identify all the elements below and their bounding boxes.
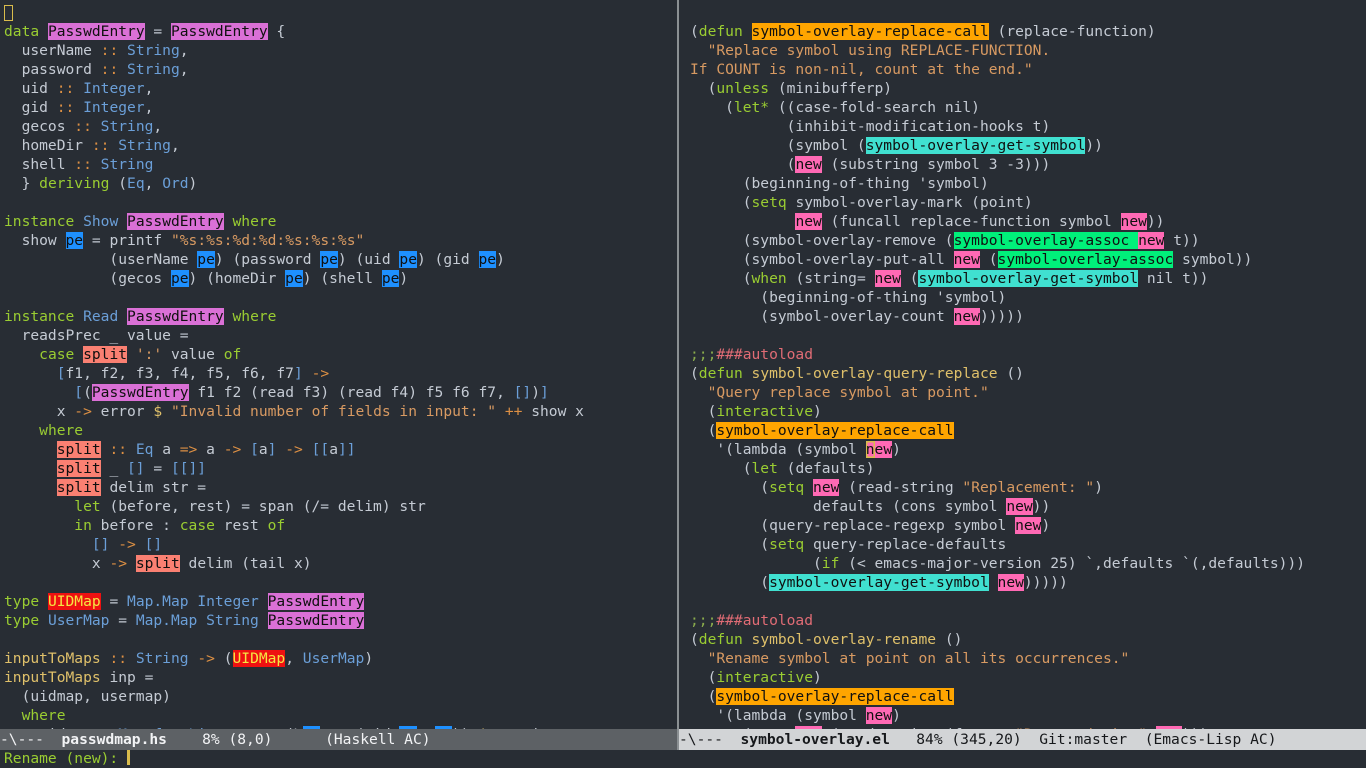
code-line: case split ':' value of xyxy=(39,346,242,363)
code-line: (beginning-of-thing 'symbol) xyxy=(690,289,1007,306)
code-line: (symbol-overlay-remove (symbol-overlay-a… xyxy=(690,232,1200,249)
minibuffer[interactable]: Rename (new): xyxy=(0,750,1366,768)
code-line: (defun symbol-overlay-query-replace () xyxy=(690,365,1024,382)
code-line: (symbol (symbol-overlay-get-symbol)) xyxy=(690,137,1103,154)
code-line: type UserMap = Map.Map String PasswdEntr… xyxy=(4,612,365,629)
text-cursor xyxy=(127,750,131,765)
code-line: (new (substring symbol 3 -3))) xyxy=(690,156,1051,173)
code-line: ;;;###autoload xyxy=(690,346,814,363)
modeline-filename: symbol-overlay.el xyxy=(740,731,890,748)
code-line: (unless (minibufferp) xyxy=(690,80,893,97)
modeline-active[interactable]: -\--- symbol-overlay.el 84% (345,20) Git… xyxy=(679,729,1366,750)
code-line: inputToMaps :: String -> (UIDMap, UserMa… xyxy=(4,650,374,667)
code-line: ;;;###autoload xyxy=(690,612,814,629)
code-line: instance Show PasswdEntry where xyxy=(4,213,277,230)
code-line: [f1, f2, f3, f4, f5, f6, f7] -> xyxy=(56,365,330,382)
code-line: "Query replace symbol at point." xyxy=(690,384,989,401)
code-line xyxy=(4,3,584,22)
code-line: type UIDMap = Map.Map Integer PasswdEntr… xyxy=(4,593,365,610)
code-line: If COUNT is non-nil, count at the end." xyxy=(690,61,1033,78)
code-line: } deriving (Eq, Ord) xyxy=(4,175,198,192)
code-line: (uidmap, usermap) xyxy=(4,688,171,705)
code-line: (symbol-overlay-get-symbol new))))) xyxy=(690,574,1068,591)
code-line: (symbol-overlay-replace-call xyxy=(690,422,954,439)
modeline-filename: passwdmap.hs xyxy=(61,731,167,748)
code-line: (defun symbol-overlay-replace-call (repl… xyxy=(690,23,1156,40)
code-line: x -> split delim (tail x) xyxy=(4,555,312,572)
code-line: split :: Eq a => a -> [a] -> [[a]] xyxy=(56,441,356,458)
code-line: '(lambda (symbol new) xyxy=(690,441,901,458)
code-line: (setq new (read-string "Replacement: ") xyxy=(690,479,1103,496)
code-line: gid :: Integer, xyxy=(4,99,154,116)
code-line: (interactive) xyxy=(690,403,822,420)
code-line: (symbol-overlay-put-all new (symbol-over… xyxy=(690,251,1253,268)
code-line: (setq symbol-overlay-mark (point) xyxy=(690,194,1033,211)
code-line: password :: String, xyxy=(4,61,189,78)
code-line: data PasswdEntry = PasswdEntry { xyxy=(4,23,286,40)
code-line: '(lambda (symbol new) xyxy=(690,707,901,724)
code-line: split _ [] = [[]] xyxy=(56,460,207,477)
code-line: (symbol-overlay-count new))))) xyxy=(690,308,1024,325)
code-line: (setq query-replace-defaults xyxy=(690,536,1007,553)
code-line: (interactive) xyxy=(690,669,822,686)
code-line: where xyxy=(39,422,84,439)
code-line: (let (defaults) xyxy=(690,460,875,477)
modeline-status: 8% (8,0) (Haskell AC) xyxy=(166,731,431,748)
modeline-prefix: -\--- xyxy=(0,731,62,748)
code-line: let (before, rest) = span (/= delim) str xyxy=(74,498,426,515)
code-line: [] -> [] xyxy=(91,536,163,553)
code-line: (let* ((case-fold-search nil) xyxy=(690,99,980,116)
elisp-buffer-text: (defun symbol-overlay-replace-call (repl… xyxy=(690,3,1305,729)
code-line: new (funcall replace-function symbol new… xyxy=(795,213,1165,230)
code-line: [(PasswdEntry f1 f2 (read f3) (read f4) … xyxy=(74,384,549,401)
code-line: show pe = printf "%s:%s:%d:%d:%s:%s:%s" xyxy=(4,232,365,249)
code-line: inputToMaps inp = xyxy=(4,669,154,686)
code-line: in before : case rest of xyxy=(74,517,286,534)
code-line: (if (< emacs-major-version 25) `,default… xyxy=(690,555,1306,572)
code-line: split delim str = xyxy=(56,479,207,496)
code-line: uid :: Integer, xyxy=(4,80,154,97)
code-line: where xyxy=(21,707,66,724)
code-line: "Replace symbol using REPLACE-FUNCTION. xyxy=(690,42,1051,59)
code-line: (gecos pe) (homeDir pe) (shell pe) xyxy=(4,270,409,287)
code-line: userName :: String, xyxy=(4,42,189,59)
code-line: (beginning-of-thing 'symbol) xyxy=(690,175,989,192)
code-line: "Rename symbol at point on all its occur… xyxy=(690,650,1130,667)
code-line: defaults (cons symbol new)) xyxy=(690,498,1051,515)
code-line: (inhibit-modification-hooks t) xyxy=(690,118,1051,135)
modeline-inactive[interactable]: -\--- passwdmap.hs 8% (8,0) (Haskell AC) xyxy=(0,729,677,750)
modeline-status: 84% (345,20) Git:master (Emacs-Lisp AC) xyxy=(889,731,1277,748)
code-line: readsPrec _ value = xyxy=(4,327,189,344)
code-line: (query-replace-regexp symbol new) xyxy=(690,517,1051,534)
code-line: (defun symbol-overlay-rename () xyxy=(690,631,963,648)
code-line: x -> error $ "Invalid number of fields i… xyxy=(4,403,584,420)
haskell-buffer-text: data PasswdEntry = PasswdEntry { userNam… xyxy=(4,3,584,729)
modeline-prefix: -\--- xyxy=(679,731,741,748)
minibuffer-prompt: Rename (new): xyxy=(4,750,128,767)
code-line: (symbol-overlay-replace-call xyxy=(690,688,954,705)
editor-pane-haskell[interactable]: data PasswdEntry = PasswdEntry { userNam… xyxy=(0,0,677,729)
editor-pane-elisp[interactable]: (defun symbol-overlay-replace-call (repl… xyxy=(679,0,1366,729)
code-line: shell :: String xyxy=(4,156,154,173)
code-line: homeDir :: String, xyxy=(4,137,180,154)
code-line: (userName pe) (password pe) (uid pe) (gi… xyxy=(4,251,505,268)
code-line: instance Read PasswdEntry where xyxy=(4,308,277,325)
code-line: (when (string= new (symbol-overlay-get-s… xyxy=(690,270,1209,287)
code-line: gecos :: String, xyxy=(4,118,163,135)
